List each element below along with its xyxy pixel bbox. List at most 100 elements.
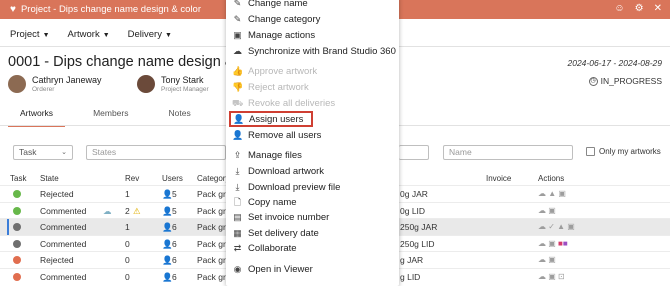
state-cell: Commented bbox=[40, 238, 87, 249]
robot-icon[interactable]: ☺ bbox=[614, 3, 624, 14]
name-input[interactable]: Name bbox=[443, 145, 573, 160]
artwork-name-cell: 250g LID bbox=[400, 238, 435, 249]
tab-members[interactable]: Members bbox=[81, 104, 140, 127]
task-select[interactable]: Task ⌄ bbox=[13, 145, 73, 160]
menu-item-manage-files[interactable]: ⇪ Manage files bbox=[232, 148, 302, 163]
menu-item-change-category[interactable]: ✎ Change category bbox=[232, 12, 321, 27]
user-icon: 👤 bbox=[162, 222, 173, 232]
pencil-icon: ✎ bbox=[233, 14, 242, 24]
share-icon: ⇄ bbox=[233, 243, 242, 253]
menu-item-label: Synchronize with Brand Studio 360 bbox=[248, 46, 396, 57]
person-orderer: Cathryn Janeway Orderer bbox=[8, 75, 102, 93]
warning-icon: ⚠ bbox=[133, 205, 141, 216]
state-cell: Rejected bbox=[40, 255, 74, 265]
chevron-down-icon: ▼ bbox=[102, 31, 110, 39]
menu-project-label: Project bbox=[10, 28, 40, 40]
menu-item-manage-actions[interactable]: ▣ Manage actions bbox=[232, 28, 315, 43]
menu-item-label: Open in Viewer bbox=[248, 264, 313, 275]
users-cell: 6 bbox=[172, 255, 177, 265]
pencil-icon: ✎ bbox=[233, 0, 242, 8]
menu-item-label: Change name bbox=[248, 0, 308, 9]
task-status-dot bbox=[13, 223, 21, 231]
truck-icon: ⛟ bbox=[232, 97, 244, 108]
column-header-invoice[interactable]: Invoice bbox=[486, 174, 511, 183]
cloud-icon[interactable]: ☁ ▣ ■■ bbox=[538, 239, 568, 248]
only-my-artworks-checkbox[interactable]: Only my artworks bbox=[586, 147, 661, 156]
menu-item-label: Download preview file bbox=[248, 182, 341, 193]
menu-item-revoke-deliveries: ⛟ Revoke all deliveries bbox=[232, 96, 335, 111]
close-icon[interactable]: ✕ bbox=[654, 3, 662, 14]
menu-item-download-artwork[interactable]: ⤓ Download artwork bbox=[232, 164, 325, 179]
cloud-icon[interactable]: ☁ ▣ ⊡ bbox=[538, 272, 565, 281]
status-label: IN_PROGRESS bbox=[600, 76, 662, 86]
menu-item-synchronize[interactable]: ☁ Synchronize with Brand Studio 360 bbox=[232, 44, 396, 59]
category-cell: Pack gr bbox=[197, 255, 226, 265]
color-palette-icon: ■ bbox=[562, 238, 568, 248]
menu-item-download-preview[interactable]: ⤓ Download preview file bbox=[232, 180, 341, 195]
menu-item-set-invoice[interactable]: ▤ Set invoice number bbox=[232, 210, 329, 225]
eye-icon: ◉ bbox=[233, 264, 242, 274]
column-header-category[interactable]: Category bbox=[197, 174, 229, 183]
settings-icon[interactable]: ⚙ bbox=[635, 3, 644, 14]
name-input-placeholder: Name bbox=[449, 147, 472, 157]
filter-field-edge[interactable] bbox=[399, 145, 429, 160]
menu-item-copy-name[interactable]: 🗋 Copy name bbox=[232, 195, 297, 210]
task-status-dot bbox=[13, 256, 21, 264]
artwork-name-cell: 250g JAR bbox=[400, 222, 438, 232]
column-header-task[interactable]: Task bbox=[10, 174, 26, 183]
checkbox-box[interactable] bbox=[586, 147, 595, 156]
user-icon: 👤 bbox=[162, 205, 173, 216]
users-cell: 5 bbox=[172, 189, 177, 199]
page-title: 0001 - Dips change name design & co bbox=[8, 54, 254, 70]
status-icon: ◷ bbox=[588, 76, 598, 86]
cloud-icon[interactable]: ☁ ▲ ▣ bbox=[538, 189, 566, 198]
user-icon: 👤 bbox=[162, 189, 173, 199]
menu-item-label: Copy name bbox=[248, 197, 297, 208]
state-cell: Commented bbox=[40, 222, 87, 232]
thumbs-up-icon: 👍 bbox=[232, 66, 244, 76]
menu-item-change-name[interactable]: ✎ Change name bbox=[232, 0, 308, 11]
menu-item-label: Collaborate bbox=[248, 243, 297, 254]
person-name: Cathryn Janeway bbox=[32, 75, 102, 85]
menu-project[interactable]: Project ▼ bbox=[10, 29, 50, 40]
states-select[interactable]: States bbox=[86, 145, 226, 160]
avatar bbox=[8, 75, 26, 93]
state-cell: Commented bbox=[40, 205, 87, 216]
cloud-icon[interactable]: ☁ ▣ bbox=[538, 206, 556, 215]
column-header-rev[interactable]: Rev bbox=[125, 174, 139, 183]
menu-item-remove-users[interactable]: 👤 Remove all users bbox=[232, 128, 321, 143]
tab-bar: Artworks Members Notes bbox=[8, 104, 203, 127]
menu-item-open-viewer[interactable]: ◉ Open in Viewer bbox=[232, 262, 313, 277]
menu-delivery[interactable]: Delivery ▼ bbox=[128, 29, 172, 40]
rev-cell: 1 bbox=[125, 189, 130, 199]
menu-item-assign-users[interactable]: 👤 Assign users bbox=[229, 111, 314, 127]
menu-item-collaborate[interactable]: ⇄ Collaborate bbox=[232, 241, 297, 256]
cloud-icon[interactable]: ☁ ✓ ▲ ▣ bbox=[538, 222, 575, 231]
rev-cell: 0 bbox=[125, 238, 130, 249]
column-header-users[interactable]: Users bbox=[162, 174, 183, 183]
menu-item-set-delivery-date[interactable]: ▦ Set delivery date bbox=[232, 226, 319, 241]
users-cell: 5 bbox=[172, 205, 177, 216]
state-cell: Rejected bbox=[40, 189, 74, 199]
project-dates: 2024-06-17 - 2024-08-29 bbox=[567, 58, 662, 68]
task-status-dot bbox=[13, 272, 21, 281]
artwork-name-cell: g JAR bbox=[400, 255, 424, 265]
cloud-icon[interactable]: ☁ ▣ bbox=[538, 255, 556, 264]
menu-artwork-label: Artwork bbox=[67, 28, 100, 40]
column-header-state[interactable]: State bbox=[40, 174, 59, 183]
window-title: Project - Dips change name design & colo… bbox=[20, 4, 202, 15]
task-status-dot bbox=[13, 239, 21, 248]
category-cell: Pack gr bbox=[197, 238, 226, 249]
artwork-name-cell: g LID bbox=[400, 271, 421, 282]
column-header-actions: Actions bbox=[538, 174, 565, 183]
tab-artworks[interactable]: Artworks bbox=[8, 104, 66, 127]
user-icon: 👤 bbox=[162, 255, 173, 265]
download-icon: ⤓ bbox=[235, 182, 240, 192]
menu-artwork[interactable]: Artwork ▼ bbox=[68, 29, 110, 40]
cloud-icon: ☁ bbox=[103, 205, 112, 216]
menu-item-label: Assign users bbox=[249, 113, 304, 125]
category-cell: Pack gr bbox=[197, 189, 226, 199]
chevron-down-icon: ▼ bbox=[42, 31, 50, 39]
users-cell: 6 bbox=[172, 271, 177, 282]
tab-notes[interactable]: Notes bbox=[157, 104, 203, 127]
